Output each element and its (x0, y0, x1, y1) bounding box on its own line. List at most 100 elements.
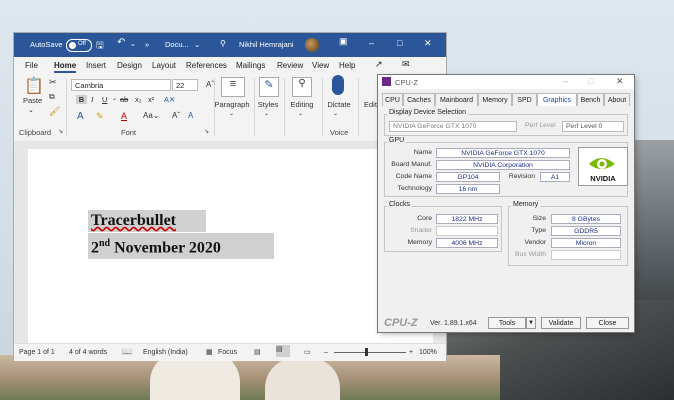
launcher-icon[interactable]: ↘ (204, 128, 209, 135)
undo-icon[interactable]: ↶ (117, 37, 125, 48)
zoom-slider-thumb[interactable] (365, 348, 368, 356)
chevron-down-icon[interactable]: ⌄ (229, 110, 234, 117)
tab-bench[interactable]: Bench (577, 93, 604, 106)
font-size-combo[interactable]: 22 (172, 79, 198, 91)
tab-spd[interactable]: SPD (512, 93, 537, 106)
document-name[interactable]: Docu... (165, 40, 189, 49)
superscript-button[interactable]: x² (148, 95, 154, 104)
launcher-icon[interactable]: ↘ (58, 128, 63, 135)
chevron-down-icon[interactable]: ⌄ (298, 110, 303, 117)
text-effects-icon[interactable]: A (77, 111, 84, 122)
zoom-in-icon[interactable]: + (409, 349, 413, 356)
read-mode-icon[interactable]: ▤ (254, 348, 261, 356)
tab-file[interactable]: File (25, 61, 38, 70)
chevron-down-icon[interactable]: ⌄ (333, 110, 338, 117)
tab-help[interactable]: Help (339, 61, 355, 70)
tab-graphics[interactable]: Graphics (537, 93, 577, 106)
undo-dropdown-icon[interactable]: ⌄ (130, 40, 136, 48)
zoom-level[interactable]: 100% (419, 349, 437, 356)
share-icon[interactable]: ↗ (375, 59, 383, 70)
tab-design[interactable]: Design (117, 61, 142, 70)
tab-cpu[interactable]: CPU (382, 93, 403, 106)
dictate-button[interactable]: Dictate (325, 100, 353, 109)
editing-button[interactable]: Editing (289, 100, 315, 109)
phonetic-icon[interactable]: A (188, 111, 193, 120)
shrink-font-icon[interactable]: Aˇ (172, 111, 180, 120)
tab-about[interactable]: About (604, 93, 630, 106)
editor-button[interactable]: Edit (364, 100, 377, 109)
paste-icon[interactable]: 📋 (22, 76, 46, 96)
font-name-combo[interactable]: Cambria (71, 79, 171, 91)
italic-button[interactable]: I (91, 95, 94, 104)
focus-icon[interactable]: ▦ (206, 348, 213, 356)
find-icon[interactable]: ⚲ (292, 77, 312, 97)
chevron-down-icon[interactable]: ⌄ (194, 40, 200, 49)
user-name[interactable]: Nikhil Hemrajani (239, 40, 294, 49)
maximize-icon[interactable]: □ (397, 38, 402, 48)
proofing-icon[interactable]: 📖 (122, 347, 132, 356)
tab-home[interactable]: Home (54, 61, 77, 73)
clear-formatting-icon[interactable]: A✕ (164, 95, 175, 104)
tab-memory[interactable]: Memory (478, 93, 512, 106)
maximize-icon[interactable]: □ (588, 76, 593, 86)
device-select[interactable]: NVIDIA GeForce GTX 1070 (389, 121, 517, 132)
bold-button[interactable]: B (76, 95, 87, 104)
paragraph-icon[interactable]: ≡ (221, 77, 245, 97)
tab-review[interactable]: Review (277, 61, 303, 70)
zoom-slider[interactable] (334, 352, 406, 353)
tab-insert[interactable]: Insert (86, 61, 106, 70)
zoom-out-icon[interactable]: – (324, 349, 328, 356)
paragraph-button[interactable]: Paragraph (210, 100, 254, 109)
web-layout-icon[interactable]: ▭ (304, 348, 311, 356)
tab-caches[interactable]: Caches (403, 93, 435, 106)
change-case-icon[interactable]: Aa⌄ (143, 111, 160, 120)
font-color-icon[interactable]: A (121, 111, 127, 121)
close-icon[interactable]: ✕ (424, 38, 432, 49)
search-icon[interactable]: ⚲ (220, 39, 226, 48)
cut-icon[interactable]: ✂ (49, 77, 57, 88)
close-icon[interactable]: ✕ (616, 76, 624, 87)
tab-view[interactable]: View (312, 61, 329, 70)
tab-layout[interactable]: Layout (152, 61, 176, 70)
strikethrough-button[interactable]: ab (120, 95, 128, 104)
tab-references[interactable]: References (186, 61, 227, 70)
tab-mainboard[interactable]: Mainboard (435, 93, 478, 106)
chevron-down-icon[interactable]: ⌄ (264, 110, 269, 117)
document-page[interactable]: Tracerbullet 2nd November 2020 (28, 149, 433, 343)
minimize-icon[interactable]: – (563, 76, 568, 86)
ribbon-display-icon[interactable]: ▣ (339, 36, 348, 47)
word-count[interactable]: 4 of 4 words (69, 349, 107, 356)
chevron-down-icon[interactable]: ⌄ (28, 106, 34, 114)
microphone-icon[interactable] (332, 75, 344, 95)
focus-button[interactable]: Focus (218, 349, 237, 356)
avatar[interactable] (305, 38, 319, 52)
more-commands-icon[interactable]: » (145, 40, 149, 49)
autosave-toggle[interactable]: Off (66, 39, 92, 52)
highlight-icon[interactable]: ✎ (96, 111, 104, 122)
revision-label: Revision (508, 173, 535, 180)
minimize-icon[interactable]: – (369, 38, 374, 48)
validate-button[interactable]: Validate (541, 317, 581, 329)
print-layout-icon[interactable]: ▤ (276, 345, 290, 357)
close-button[interactable]: Close (586, 317, 629, 329)
copy-icon[interactable]: ⧉ (49, 92, 55, 102)
tools-dropdown-icon[interactable]: ▼ (526, 317, 536, 329)
page-count[interactable]: Page 1 of 1 (19, 349, 55, 356)
save-icon[interactable]: 🖫 (96, 38, 104, 54)
grow-font-icon[interactable]: Aˆ (206, 80, 214, 89)
styles-icon[interactable]: ✎ (259, 77, 279, 97)
tab-mailings[interactable]: Mailings (236, 61, 265, 70)
tools-button[interactable]: Tools (488, 317, 526, 329)
perf-level-select[interactable]: Perf Level 0 (562, 121, 624, 132)
format-painter-icon[interactable]: 🖌 (49, 106, 60, 117)
chevron-down-icon[interactable]: ⌄ (112, 95, 117, 102)
styles-button[interactable]: Styles (257, 100, 279, 109)
document-line-1[interactable]: Tracerbullet (88, 210, 206, 232)
document-line-2[interactable]: 2nd November 2020 (88, 233, 274, 260)
subscript-button[interactable]: x₂ (135, 95, 142, 104)
paste-button[interactable]: Paste (23, 96, 42, 105)
language[interactable]: English (India) (143, 349, 188, 356)
gpu-name-label: Name (413, 149, 432, 156)
comments-icon[interactable]: ✉ (402, 59, 410, 70)
underline-button[interactable]: U (102, 95, 107, 104)
